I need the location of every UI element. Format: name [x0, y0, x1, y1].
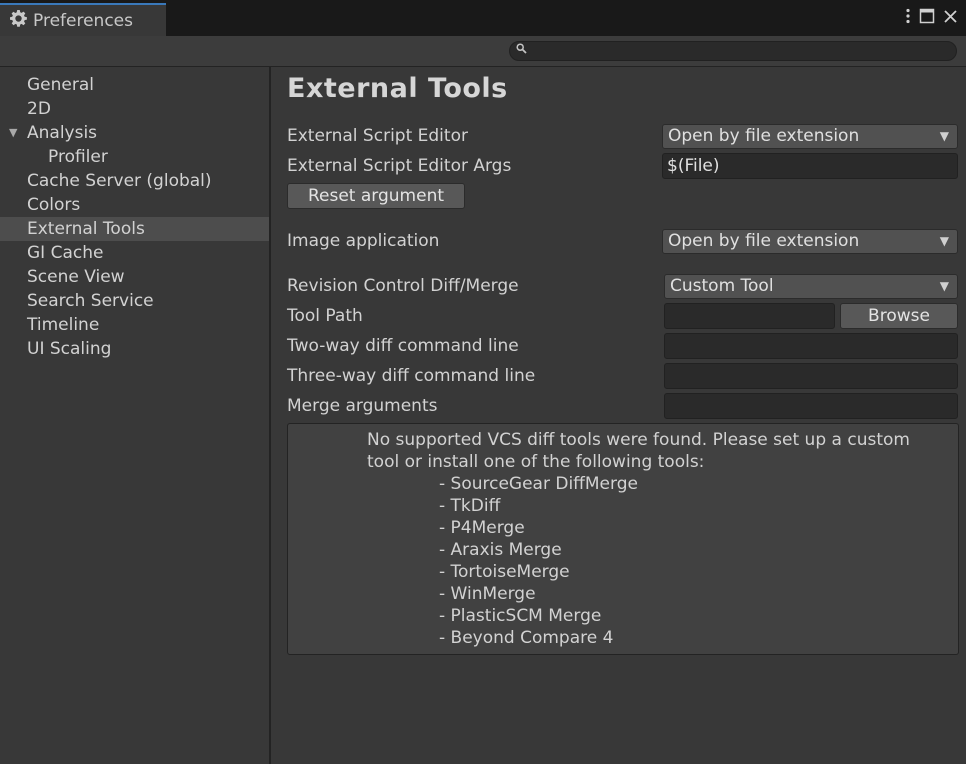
- sidebar-item-label: Analysis: [27, 123, 98, 143]
- list-item: - Beyond Compare 4: [439, 628, 614, 648]
- list-item: - Araxis Merge: [439, 540, 562, 560]
- script-editor-args-field[interactable]: $(File): [662, 153, 958, 179]
- toolbar: [0, 36, 966, 67]
- help-message: No supported VCS diff tools were found. …: [367, 430, 910, 472]
- list-item: - P4Merge: [439, 518, 525, 538]
- sidebar-item-ui-scaling[interactable]: UI Scaling: [0, 337, 269, 361]
- sidebar-item-search-service[interactable]: Search Service: [0, 289, 269, 313]
- list-item: - TortoiseMerge: [439, 562, 570, 582]
- revision-control-dropdown[interactable]: Custom Tool ▼: [664, 274, 958, 299]
- preferences-tab[interactable]: Preferences: [0, 3, 166, 36]
- sidebar-item-2d[interactable]: 2D: [0, 97, 269, 121]
- chevron-down-icon: ▼: [939, 129, 949, 143]
- dropdown-value: Open by file extension: [668, 126, 860, 146]
- kebab-menu-icon[interactable]: [905, 8, 911, 28]
- script-editor-label: External Script Editor: [287, 126, 468, 146]
- sidebar-item-label: Colors: [27, 195, 81, 215]
- reset-argument-button[interactable]: Reset argument: [287, 183, 465, 209]
- sidebar-item-timeline[interactable]: Timeline: [0, 313, 269, 337]
- page-title: External Tools: [287, 73, 508, 104]
- sidebar-item-label: Timeline: [27, 315, 100, 335]
- chevron-down-icon: ▼: [939, 234, 949, 248]
- sidebar-item-analysis[interactable]: ▼ Analysis: [0, 121, 269, 145]
- field-value: $(File): [667, 156, 720, 176]
- sidebar-item-label: Scene View: [27, 267, 125, 287]
- sidebar-item-label: External Tools: [27, 219, 145, 239]
- expand-arrow-icon[interactable]: ▼: [9, 121, 17, 145]
- sidebar-item-cache-server[interactable]: Cache Server (global): [0, 169, 269, 193]
- sidebar-item-label: Search Service: [27, 291, 154, 311]
- tab-title: Preferences: [33, 10, 133, 31]
- sidebar: General 2D ▼ Analysis Profiler Cache Ser…: [0, 67, 271, 764]
- list-item: - TkDiff: [439, 496, 501, 516]
- sidebar-item-gi-cache[interactable]: GI Cache: [0, 241, 269, 265]
- sidebar-item-label: 2D: [27, 99, 51, 119]
- help-box: No supported VCS diff tools were found. …: [287, 423, 959, 655]
- sidebar-item-label: GI Cache: [27, 243, 104, 263]
- dropdown-value: Custom Tool: [670, 276, 774, 296]
- list-item: - WinMerge: [439, 584, 536, 604]
- search-box[interactable]: [509, 41, 957, 61]
- image-application-dropdown[interactable]: Open by file extension ▼: [662, 229, 958, 254]
- tool-path-label: Tool Path: [287, 306, 363, 326]
- sidebar-item-colors[interactable]: Colors: [0, 193, 269, 217]
- merge-arguments-field[interactable]: [664, 393, 958, 419]
- sidebar-item-label: Cache Server (global): [27, 171, 212, 191]
- maximize-icon[interactable]: [919, 8, 935, 28]
- sidebar-item-label: General: [27, 75, 94, 95]
- tool-path-field[interactable]: [664, 303, 835, 329]
- merge-arguments-label: Merge arguments: [287, 396, 438, 416]
- window-controls: [905, 8, 958, 28]
- script-editor-args-label: External Script Editor Args: [287, 156, 512, 176]
- main-panel: External Tools External Script Editor Op…: [271, 67, 966, 764]
- sidebar-item-general[interactable]: General: [0, 73, 269, 97]
- sidebar-item-external-tools[interactable]: External Tools: [0, 217, 269, 241]
- sidebar-item-profiler[interactable]: Profiler: [0, 145, 269, 169]
- search-input[interactable]: [532, 42, 952, 60]
- revision-control-label: Revision Control Diff/Merge: [287, 276, 519, 296]
- image-application-label: Image application: [287, 231, 440, 251]
- script-editor-dropdown[interactable]: Open by file extension ▼: [662, 124, 958, 149]
- gear-icon: [10, 10, 27, 31]
- two-way-diff-field[interactable]: [664, 333, 958, 359]
- tool-list: - SourceGear DiffMerge - TkDiff - P4Merg…: [439, 473, 638, 649]
- dropdown-value: Open by file extension: [668, 231, 860, 251]
- search-icon: [516, 43, 527, 57]
- two-way-diff-label: Two-way diff command line: [287, 336, 519, 356]
- three-way-diff-field[interactable]: [664, 363, 958, 389]
- close-icon[interactable]: [943, 9, 958, 28]
- browse-button[interactable]: Browse: [840, 303, 958, 329]
- three-way-diff-label: Three-way diff command line: [287, 366, 536, 386]
- list-item: - PlasticSCM Merge: [439, 606, 602, 626]
- list-item: - SourceGear DiffMerge: [439, 474, 638, 494]
- sidebar-item-label: Profiler: [48, 147, 108, 167]
- chevron-down-icon: ▼: [939, 279, 949, 293]
- sidebar-item-scene-view[interactable]: Scene View: [0, 265, 269, 289]
- sidebar-item-label: UI Scaling: [27, 339, 112, 359]
